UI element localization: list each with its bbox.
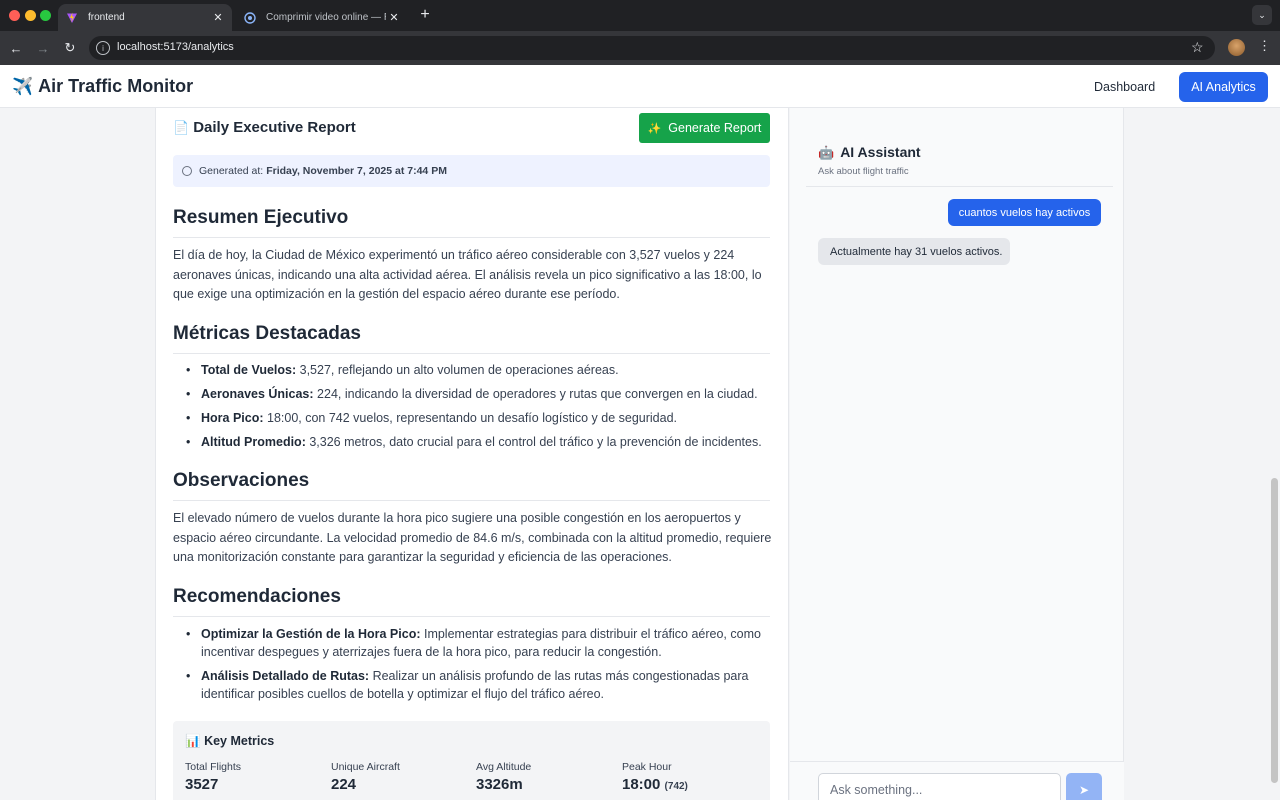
assistant-title-text: AI Assistant	[840, 144, 921, 160]
close-icon[interactable]: ✕	[386, 10, 402, 26]
list-item: Análisis Detallado de Rutas: Realizar un…	[185, 667, 775, 703]
list-item: Altitud Promedio: 3,326 metros, dato cru…	[185, 433, 775, 451]
chat-message-user: cuantos vuelos hay activos	[948, 199, 1101, 226]
metric-label-avg-altitude: Avg Altitude	[476, 761, 532, 773]
recommendations-list: Optimizar la Gestión de la Hora Pico: Im…	[185, 625, 775, 703]
window-zoom-button[interactable]	[40, 10, 51, 21]
divider	[806, 186, 1113, 187]
list-item-label: Aeronaves Únicas:	[201, 387, 314, 401]
address-bar-url[interactable]: localhost:5173/analytics	[117, 41, 234, 53]
bookmark-star-icon[interactable]: ☆	[1191, 39, 1204, 56]
peak-hour-value: 18:00	[622, 776, 661, 793]
generated-at-label: Generated at:	[199, 165, 264, 177]
chat-message-assistant: Actualmente hay 31 vuelos activos.	[818, 238, 1010, 265]
list-item-text: 18:00, con 742 vuelos, representando un …	[263, 411, 677, 425]
chat-input[interactable]	[818, 773, 1061, 800]
tab-search-icon[interactable]: ⌄	[1252, 5, 1272, 25]
window-minimize-button[interactable]	[25, 10, 36, 21]
nav-dashboard-link[interactable]: Dashboard	[1082, 72, 1167, 102]
metric-value-unique-aircraft: 224	[331, 776, 357, 793]
nav-ai-analytics-link[interactable]: AI Analytics	[1179, 72, 1268, 102]
generated-at-value: Friday, November 7, 2025 at 7:44 PM	[266, 165, 447, 177]
browser-menu-icon[interactable]: ⋮	[1258, 38, 1271, 54]
list-item: Aeronaves Únicas: 224, indicando la dive…	[185, 385, 775, 403]
generate-report-button[interactable]: ✨ Generate Report	[639, 113, 770, 143]
list-item-text: 3,326 metros, dato crucial para el contr…	[305, 435, 762, 449]
forward-arrow-icon[interactable]: →	[34, 39, 52, 57]
robot-icon: 🤖	[818, 145, 835, 160]
key-metrics-title: 📊 Key Metrics	[185, 734, 274, 749]
reload-icon[interactable]: ↻	[61, 39, 79, 57]
tab-title: Comprimir video online — Re	[266, 12, 386, 23]
report-title-text: Daily Executive Report	[193, 119, 356, 136]
summary-paragraph: El día de hoy, la Ciudad de México exper…	[173, 248, 762, 301]
observations-paragraph: El elevado número de vuelos durante la h…	[173, 511, 772, 564]
document-icon: 📄	[173, 120, 190, 135]
send-button[interactable]: ➤	[1066, 773, 1102, 800]
back-arrow-icon[interactable]: ←	[7, 39, 25, 57]
new-tab-icon[interactable]: +	[416, 6, 434, 24]
window-close-button[interactable]	[9, 10, 20, 21]
sparkles-icon: ✨	[647, 122, 662, 135]
metric-label-peak-hour: Peak Hour	[622, 761, 672, 773]
send-icon: ➤	[1078, 783, 1090, 797]
metric-label-unique-aircraft: Unique Aircraft	[331, 761, 400, 773]
list-item: Optimizar la Gestión de la Hora Pico: Im…	[185, 625, 775, 661]
scrollbar-thumb[interactable]	[1271, 478, 1278, 783]
list-item-text: 3,527, reflejando un alto volumen de ope…	[296, 363, 619, 377]
brand-title: Air Traffic Monitor	[38, 76, 194, 96]
metric-value-peak-hour: 18:00 (742)	[622, 776, 688, 793]
browser-tab-bar: frontend ✕ Comprimir video online — Re ✕…	[0, 0, 1280, 31]
peak-hour-count: (742)	[664, 781, 688, 792]
vite-icon	[66, 12, 78, 24]
profile-avatar[interactable]	[1228, 39, 1245, 56]
list-item: Total de Vuelos: 3,527, reflejando un al…	[185, 361, 775, 379]
bar-chart-icon: 📊	[185, 734, 201, 748]
list-item-text: 224, indicando la diversidad de operador…	[313, 387, 758, 401]
airplane-icon: ✈️	[12, 76, 34, 96]
metric-label-total-flights: Total Flights	[185, 761, 242, 773]
report-title: 📄 Daily Executive Report	[173, 119, 356, 136]
metric-value-total-flights: 3527	[185, 776, 219, 793]
list-item-label: Total de Vuelos:	[201, 363, 297, 377]
assistant-title: 🤖 AI Assistant	[818, 144, 921, 161]
metric-value-avg-altitude: 3326m	[476, 776, 523, 793]
list-item-label: Altitud Promedio:	[201, 435, 306, 449]
list-item: Hora Pico: 18:00, con 742 vuelos, repres…	[185, 409, 775, 427]
tab-title: frontend	[88, 12, 125, 23]
list-item-label: Optimizar la Gestión de la Hora Pico:	[201, 627, 421, 641]
browser-tab-comprimir[interactable]: Comprimir video online — Re ✕	[236, 4, 408, 31]
section-heading-recommendations: Recomendaciones	[173, 586, 770, 617]
generated-at-banner: Generated at: Friday, November 7, 2025 a…	[173, 155, 770, 187]
section-heading-metrics: Métricas Destacadas	[173, 323, 770, 354]
close-icon[interactable]: ✕	[210, 10, 226, 26]
section-heading-summary: Resumen Ejecutivo	[173, 207, 770, 238]
browser-tab-frontend[interactable]: frontend ✕	[58, 4, 232, 31]
assistant-subtitle: Ask about flight traffic	[818, 166, 909, 177]
key-metrics-title-text: Key Metrics	[204, 734, 275, 748]
metrics-list: Total de Vuelos: 3,527, reflejando un al…	[185, 361, 775, 451]
brand: ✈️ Air Traffic Monitor	[12, 76, 193, 97]
address-bar[interactable]	[89, 36, 1215, 60]
section-heading-observations: Observaciones	[173, 470, 770, 501]
site-info-icon[interactable]: i	[96, 41, 110, 55]
generate-report-label: Generate Report	[668, 121, 762, 135]
list-item-label: Hora Pico:	[201, 411, 264, 425]
clock-icon	[182, 166, 192, 176]
list-item-label: Análisis Detallado de Rutas:	[201, 669, 370, 683]
compress-icon	[244, 11, 256, 24]
